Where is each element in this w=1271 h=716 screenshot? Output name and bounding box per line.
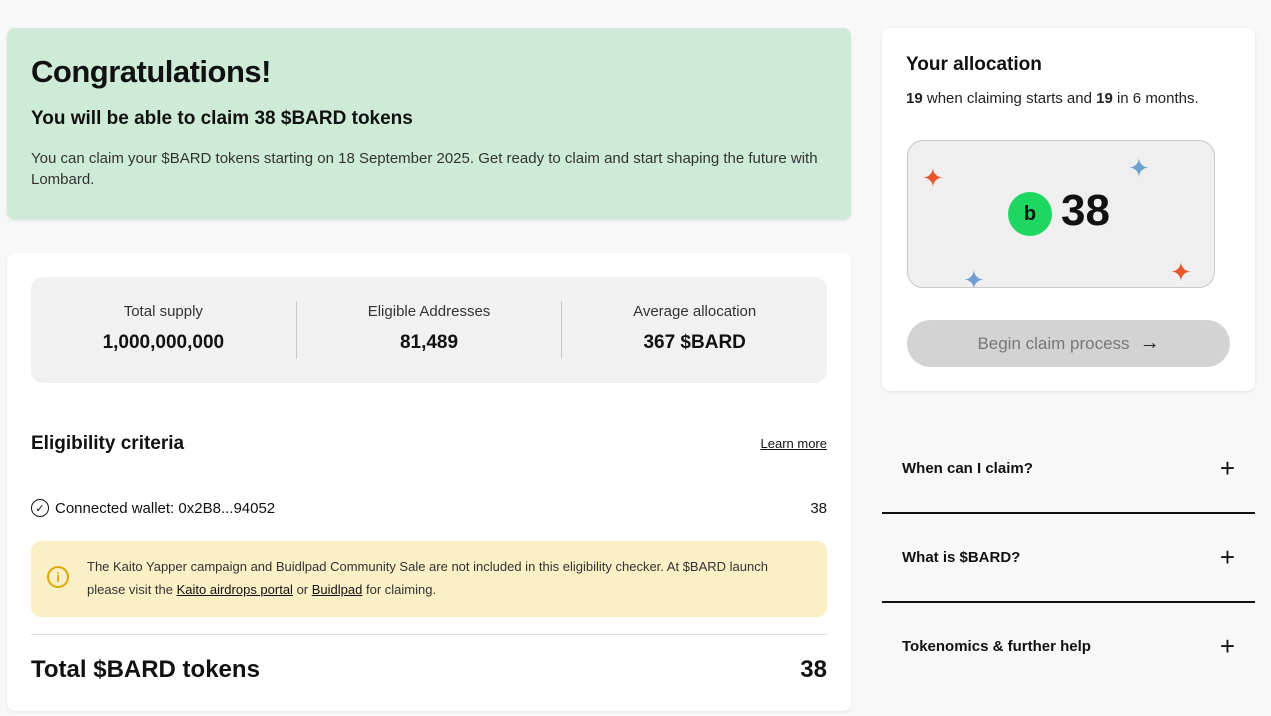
kaito-airdrops-link[interactable]: Kaito airdrops portal [177, 582, 293, 597]
now-amount: 19 [906, 90, 923, 107]
later-text: in 6 months. [1112, 90, 1199, 107]
stats-panel: Total supply 1,000,000,000 Eligible Addr… [31, 277, 827, 383]
connected-wallet-row: ✓ Connected wallet: 0x2B8...94052 38 [31, 499, 827, 517]
allocation-amount: 38 [1061, 186, 1110, 235]
info-icon: i [47, 566, 69, 588]
total-row: Total $BARD tokens 38 [31, 656, 827, 684]
stat-label: Eligible Addresses [367, 303, 491, 320]
stat-label: Average allocation [633, 303, 757, 320]
faq-item-what-is-bard[interactable]: What is $BARD? + [882, 513, 1255, 603]
buidlpad-link[interactable]: Buidlpad [312, 582, 363, 597]
congrats-subtitle: You will be able to claim 38 $BARD token… [31, 108, 413, 129]
stat-value: 1,000,000,000 [102, 332, 225, 353]
stat-eligible-addresses: Eligible Addresses 81,489 [295, 301, 562, 359]
allocation-display: ✦ ✦ ✦ ✦ b 38 [907, 140, 1215, 288]
sparkle-icon: ✦ [1170, 257, 1192, 287]
allocation-title: Your allocation [906, 54, 1042, 75]
info-notice: i The Kaito Yapper campaign and Buidlpad… [31, 541, 827, 617]
plus-icon: + [1219, 630, 1235, 661]
bard-logo-icon: b [1008, 192, 1052, 236]
plus-icon: + [1219, 541, 1235, 572]
wallet-label: Connected wallet: 0x2B8...94052 [55, 499, 276, 517]
eligibility-card: Total supply 1,000,000,000 Eligible Addr… [7, 253, 851, 711]
faq-question: When can I claim? [902, 459, 1033, 477]
allocation-schedule: 19 when claiming starts and 19 in 6 mont… [906, 90, 1231, 107]
divider [31, 634, 827, 635]
learn-more-link[interactable]: Learn more [761, 436, 827, 451]
stat-value: 367 $BARD [643, 332, 746, 353]
sparkle-icon: ✦ [1128, 153, 1150, 183]
stat-value: 81,489 [399, 332, 459, 353]
faq-question: Tokenomics & further help [902, 637, 1091, 655]
total-value: 38 [800, 656, 827, 683]
notice-text: or [292, 582, 312, 597]
claim-button-label: Begin claim process [977, 333, 1130, 353]
faq-item-when-can-i-claim[interactable]: When can I claim? + [882, 424, 1255, 514]
check-circle-icon: ✓ [31, 499, 49, 517]
stat-label: Total supply [123, 303, 203, 320]
begin-claim-button[interactable]: Begin claim process → [907, 320, 1230, 367]
sparkle-icon: ✦ [963, 265, 985, 288]
arrow-right-icon: → [1139, 332, 1160, 354]
congrats-title: Congratulations! [31, 54, 272, 89]
wallet-token-count: 38 [810, 499, 827, 517]
plus-icon: + [1219, 452, 1235, 483]
sparkle-icon: ✦ [922, 163, 944, 193]
now-text: when claiming starts and [922, 90, 1097, 107]
total-label: Total $BARD tokens [31, 656, 260, 683]
stat-total-supply: Total supply 1,000,000,000 [31, 301, 296, 359]
notice-text: for claiming. [362, 582, 437, 597]
stat-average-allocation: Average allocation 367 $BARD [561, 301, 827, 359]
congrats-body: You can claim your $BARD tokens starting… [31, 150, 818, 188]
faq-item-tokenomics[interactable]: Tokenomics & further help + [882, 601, 1255, 691]
congrats-banner: Congratulations! You will be able to cla… [7, 28, 851, 220]
faq-question: What is $BARD? [902, 548, 1021, 566]
later-amount: 19 [1096, 90, 1113, 107]
allocation-card: Your allocation 19 when claiming starts … [882, 28, 1255, 391]
eligibility-title: Eligibility criteria [31, 433, 185, 454]
